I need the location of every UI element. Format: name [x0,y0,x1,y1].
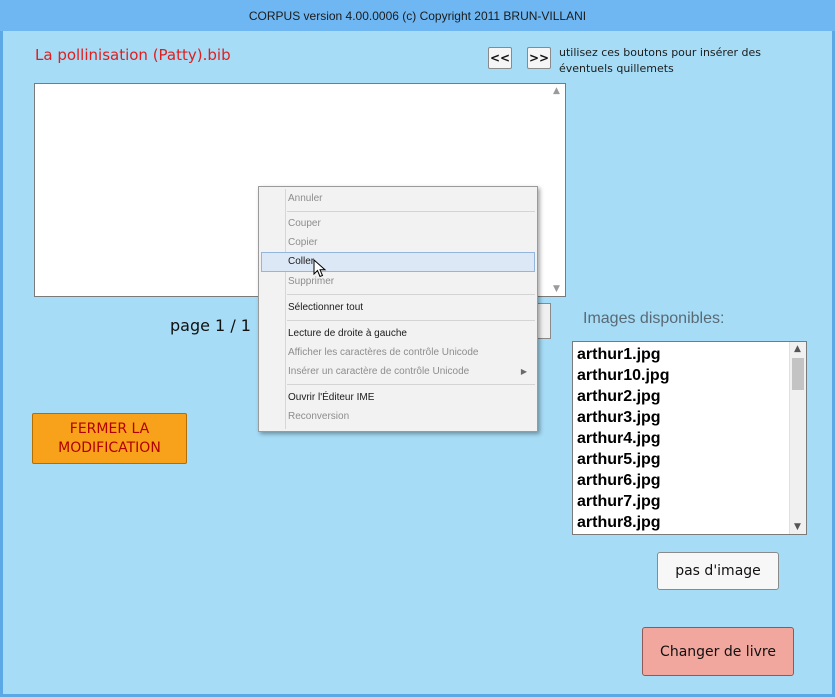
menu-item-supprimer[interactable]: Supprimer [261,272,535,292]
scroll-down-icon[interactable]: ▼ [794,522,801,532]
menu-item-annuler[interactable]: Annuler [261,189,535,209]
submenu-arrow-icon: ▶ [520,367,527,376]
list-item[interactable]: arthur1.jpg [577,344,661,365]
list-item[interactable]: arthur3.jpg [577,407,661,428]
menu-separator [287,320,535,321]
menu-separator [287,211,535,212]
list-item[interactable]: arthur6.jpg [577,470,661,491]
quote-right-button[interactable]: >> [527,47,551,69]
list-item[interactable]: arthur2.jpg [577,386,661,407]
menu-separator [287,294,535,295]
scroll-up-icon[interactable]: ▲ [794,344,801,354]
list-item[interactable]: arthur10.jpg [577,365,669,386]
image-list[interactable]: arthur1.jpg arthur10.jpg arthur2.jpg art… [572,341,807,535]
document-title: La pollinisation (Patty).bib [35,46,231,64]
menu-item-select-all[interactable]: Sélectionner tout [261,298,535,318]
list-item[interactable]: arthur5.jpg [577,449,661,470]
window-title-bar[interactable]: CORPUS version 4.00.0006 (c) Copyright 2… [0,0,835,31]
context-menu: Annuler Couper Copier Coller Supprimer S… [258,186,538,432]
menu-item-insert-unicode-control[interactable]: Insérer un caractère de contrôle Unicode… [261,362,535,382]
image-list-scrollbar[interactable]: ▲ ▼ [789,342,806,534]
menu-item-copier[interactable]: Copier [261,233,535,253]
list-item[interactable]: arthur8.jpg [577,512,661,533]
editor-scrollbar[interactable]: ▲ ▼ [550,84,565,296]
scroll-up-icon[interactable]: ▲ [553,86,560,96]
menu-item-label: Insérer un caractère de contrôle Unicode [288,366,470,377]
menu-item-show-unicode-control[interactable]: Afficher les caractères de contrôle Unic… [261,343,535,363]
menu-item-rtl-reading[interactable]: Lecture de droite à gauche [261,324,535,344]
menu-item-couper[interactable]: Couper [261,214,535,234]
quote-left-button[interactable]: << [488,47,512,69]
menu-item-open-ime[interactable]: Ouvrir l'Éditeur IME [261,388,535,408]
menu-item-reconversion[interactable]: Reconversion [261,407,535,427]
images-available-label: Images disponibles: [583,310,725,327]
close-edit-line2: MODIFICATION [58,439,161,456]
menu-item-coller[interactable]: Coller [261,252,535,272]
list-item[interactable]: arthur4.jpg [577,428,661,449]
page-indicator: page 1 / 1 [170,316,251,335]
close-edit-button[interactable]: FERMER LA MODIFICATION [32,413,187,464]
mouse-pointer-icon [313,259,327,278]
change-book-button[interactable]: Changer de livre [642,627,794,676]
scroll-thumb[interactable] [792,358,804,390]
no-image-button[interactable]: pas d'image [657,552,779,590]
list-item[interactable]: arthur7.jpg [577,491,661,512]
menu-separator [287,384,535,385]
quote-hint-text: utilisez ces boutons pour insérer des év… [559,46,761,75]
scroll-down-icon[interactable]: ▼ [553,284,560,294]
window-title: CORPUS version 4.00.0006 (c) Copyright 2… [248,8,587,23]
close-edit-line1: FERMER LA [69,420,150,437]
